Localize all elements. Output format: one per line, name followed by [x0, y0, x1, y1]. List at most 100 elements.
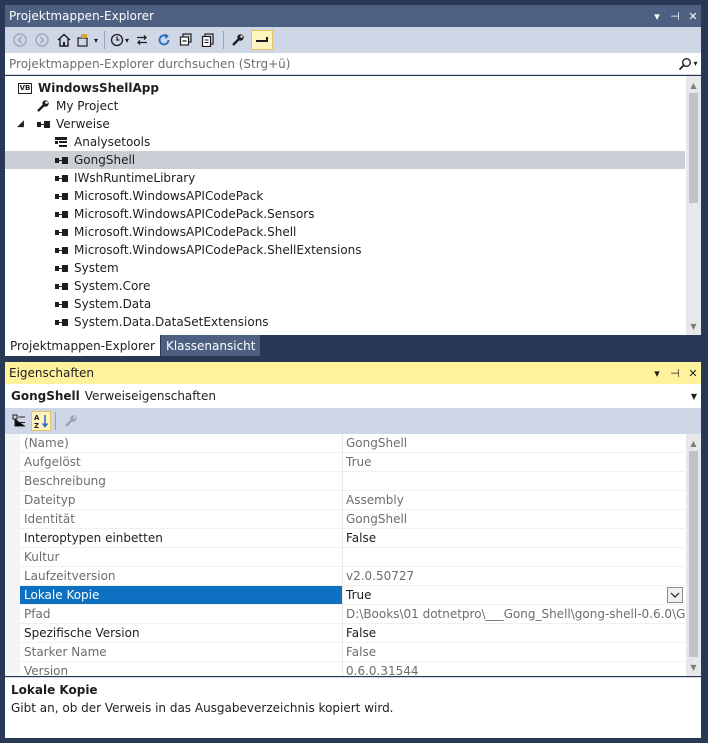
home-icon[interactable] [55, 30, 73, 50]
property-value[interactable]: False [343, 529, 685, 547]
property-value: 0.6.0.31544 [346, 664, 419, 676]
window-position-dropdown-icon[interactable]: ▾ [649, 365, 665, 381]
properties-object-selector[interactable]: GongShell Verweiseigenschaften ▼ [5, 384, 701, 408]
property-grid-vertical-scrollbar[interactable]: ▲ ▼ [686, 434, 701, 676]
tree-item-reference[interactable]: System.Core [5, 277, 685, 295]
tree-item-label: Analysetools [74, 135, 151, 149]
scroll-down-icon[interactable]: ▼ [686, 319, 701, 333]
tree-item-label: Microsoft.WindowsAPICodePack [74, 189, 264, 203]
tree-item-reference[interactable]: System.Data.DataSetExtensions [5, 313, 685, 331]
property-value [343, 548, 685, 566]
tree-item-reference[interactable]: Microsoft.WindowsAPICodePack [5, 187, 685, 205]
svg-text:A: A [34, 414, 40, 422]
alphabetical-sort-icon[interactable]: AZ [31, 411, 51, 431]
scroll-up-icon[interactable]: ▲ [686, 78, 701, 92]
tree-item-reference[interactable]: System.Data [5, 295, 685, 313]
property-row[interactable]: Identität GongShell [20, 510, 685, 529]
scroll-down-icon[interactable]: ▼ [686, 660, 701, 674]
property-row[interactable]: Beschreibung [20, 472, 685, 491]
tree-vertical-scrollbar[interactable]: ▲ ▼ [686, 76, 701, 335]
property-row[interactable]: Starker Name False [20, 643, 685, 662]
property-value: GongShell [346, 512, 408, 526]
tree-item-label: Verweise [56, 117, 110, 131]
reference-icon [53, 189, 69, 203]
scrollbar-thumb[interactable] [689, 93, 698, 203]
property-grid: (Name) GongShell Aufgelöst True Beschrei… [5, 434, 701, 676]
tree-item-reference[interactable]: Microsoft.WindowsAPICodePack.Shell [5, 223, 685, 241]
property-name: Version [20, 662, 343, 676]
forward-icon[interactable] [33, 30, 51, 50]
tab-class-view[interactable]: Klassenansicht [160, 335, 261, 356]
solution-explorer-search-box[interactable]: Projektmappen-Explorer durchsuchen (Strg… [5, 53, 701, 75]
chevron-down-icon[interactable]: ▼ [687, 392, 701, 401]
tree-item-label: Microsoft.WindowsAPICodePack.Sensors [74, 207, 315, 221]
object-name: GongShell [11, 389, 80, 403]
property-grid-gutter [5, 434, 20, 676]
property-value[interactable]: False [343, 624, 685, 642]
refresh-icon[interactable] [155, 30, 173, 50]
pending-changes-filter-icon[interactable]: ▾ [110, 30, 129, 50]
vb-project-icon: VB [17, 82, 33, 94]
solution-explorer-toolbar: ▾ ▾ [5, 27, 701, 53]
preview-selected-items-icon[interactable] [251, 30, 274, 50]
tree-item-analyzers[interactable]: Analysetools [5, 133, 685, 151]
tree-item-reference[interactable]: System [5, 259, 685, 277]
property-row[interactable]: Laufzeitversion v2.0.50727 [20, 567, 685, 586]
property-row[interactable]: Kultur [20, 548, 685, 567]
property-name: Starker Name [20, 643, 343, 661]
property-value: v2.0.50727 [346, 569, 415, 583]
tree-item-label: Microsoft.WindowsAPICodePack.Shell [74, 225, 297, 239]
property-value: D:\Books\01 dotnetpro\___Gong_Shell\gong… [346, 607, 685, 621]
properties-wrench-icon[interactable] [229, 30, 247, 50]
tree-item-reference-selected[interactable]: GongShell [5, 151, 685, 169]
switch-views-icon[interactable]: ▾ [77, 30, 98, 50]
tree-item-my-project[interactable]: My Project [5, 97, 685, 115]
close-icon[interactable]: ✕ [685, 365, 701, 381]
analyzer-icon [53, 135, 69, 149]
scroll-up-icon[interactable]: ▲ [686, 436, 701, 450]
property-name: Lokale Kopie [20, 586, 343, 604]
value-dropdown-chevron-icon[interactable] [667, 587, 683, 603]
property-row[interactable]: Interoptypen einbetten False [20, 529, 685, 548]
property-name: (Name) [20, 434, 343, 452]
svg-text:Z: Z [34, 422, 39, 429]
property-name: Aufgelöst [20, 453, 343, 471]
property-row-selected[interactable]: Lokale Kopie True [20, 586, 685, 605]
tree-item-reference[interactable]: Microsoft.WindowsAPICodePack.Sensors [5, 205, 685, 223]
pin-icon[interactable]: ⊣ [667, 8, 683, 24]
property-value-editor[interactable]: True [343, 586, 685, 604]
show-all-files-icon[interactable] [199, 30, 217, 50]
property-row[interactable]: Pfad D:\Books\01 dotnetpro\___Gong_Shell… [20, 605, 685, 624]
close-icon[interactable]: ✕ [685, 8, 701, 24]
sync-with-active-document-icon[interactable] [133, 30, 151, 50]
tree-item-reference[interactable]: IWshRuntimeLibrary [5, 169, 685, 187]
scrollbar-thumb[interactable] [689, 451, 698, 657]
window-position-dropdown-icon[interactable]: ▾ [649, 8, 665, 24]
pin-icon[interactable]: ⊣ [667, 365, 683, 381]
property-row[interactable]: Dateityp Assembly [20, 491, 685, 510]
property-pages-wrench-icon[interactable] [61, 411, 81, 431]
reference-icon [53, 315, 69, 329]
tree-item-reference[interactable]: Microsoft.WindowsAPICodePack.ShellExtens… [5, 241, 685, 259]
reference-icon [53, 297, 69, 311]
categorized-icon[interactable] [9, 411, 29, 431]
tab-solution-explorer[interactable]: Projektmappen-Explorer [5, 335, 160, 356]
property-row[interactable]: (Name) GongShell [20, 434, 685, 453]
property-value [343, 472, 685, 490]
reference-icon [53, 207, 69, 221]
back-icon[interactable] [11, 30, 29, 50]
tree-item-project[interactable]: VB WindowsShellApp [5, 79, 685, 97]
search-icon[interactable]: ▾ [675, 57, 701, 71]
properties-titlebar: Eigenschaften ▾ ⊣ ✕ [5, 362, 701, 384]
property-row[interactable]: Version 0.6.0.31544 [20, 662, 685, 676]
property-value[interactable]: True [346, 588, 372, 602]
tree-item-references[interactable]: ◢ Verweise [5, 115, 685, 133]
property-row[interactable]: Spezifische Version False [20, 624, 685, 643]
property-row[interactable]: Aufgelöst True [20, 453, 685, 472]
tree-item-label: WindowsShellApp [38, 81, 159, 95]
expanded-arrow-icon[interactable]: ◢ [17, 119, 24, 129]
properties-toolbar: AZ [5, 408, 701, 434]
collapse-all-icon[interactable] [177, 30, 195, 50]
tree-item-label: System.Data.DataSetExtensions [74, 315, 269, 329]
reference-icon [53, 261, 69, 275]
